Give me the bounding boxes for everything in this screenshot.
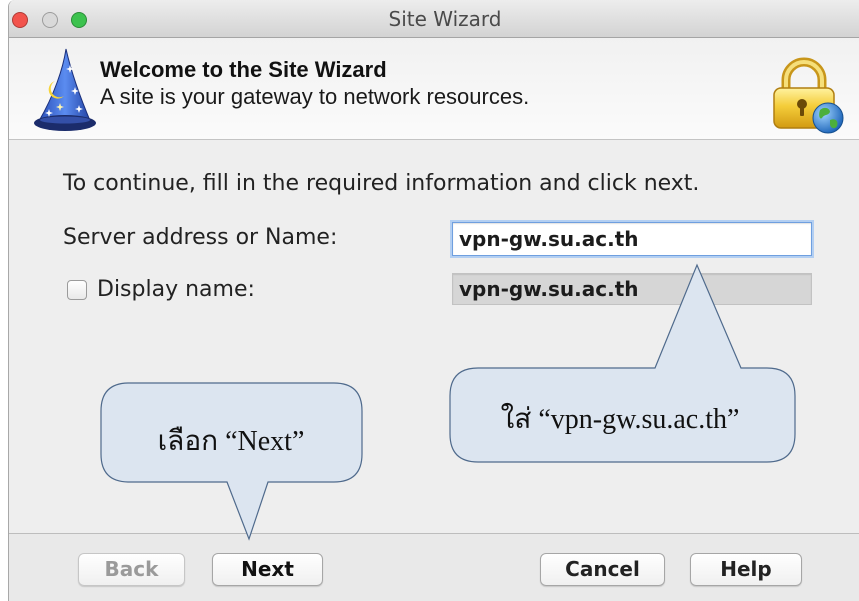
wizard-header: Welcome to the Site Wizard A site is you… (9, 38, 859, 140)
instructions-text: To continue, fill in the required inform… (63, 171, 700, 196)
server-address-input[interactable] (452, 222, 812, 256)
zoom-window-button[interactable] (71, 12, 87, 28)
close-window-button[interactable] (12, 12, 28, 28)
header-title: Welcome to the Site Wizard (100, 57, 387, 82)
next-button[interactable]: Next (212, 553, 323, 586)
server-address-label: Server address or Name: (63, 225, 338, 250)
display-name-label[interactable]: Display name: (97, 277, 255, 303)
minimize-window-button[interactable] (42, 12, 58, 28)
back-button[interactable]: Back (78, 553, 185, 586)
display-name-input (452, 273, 812, 305)
display-name-checkbox[interactable] (67, 280, 87, 300)
window-title: Site Wizard (388, 7, 502, 31)
wizard-hat-icon (34, 48, 96, 131)
wizard-content: To continue, fill in the required inform… (9, 140, 859, 533)
button-bar: Back Next Cancel Help (9, 533, 859, 601)
site-wizard-window: Site Wizard Welcome to the Site Wizard A… (8, 0, 859, 601)
header-subtitle: A site is your gateway to network resour… (100, 84, 530, 109)
help-button[interactable]: Help (690, 553, 802, 586)
cancel-button[interactable]: Cancel (540, 553, 665, 586)
lock-globe-icon (773, 57, 844, 134)
title-bar[interactable]: Site Wizard (9, 0, 859, 38)
